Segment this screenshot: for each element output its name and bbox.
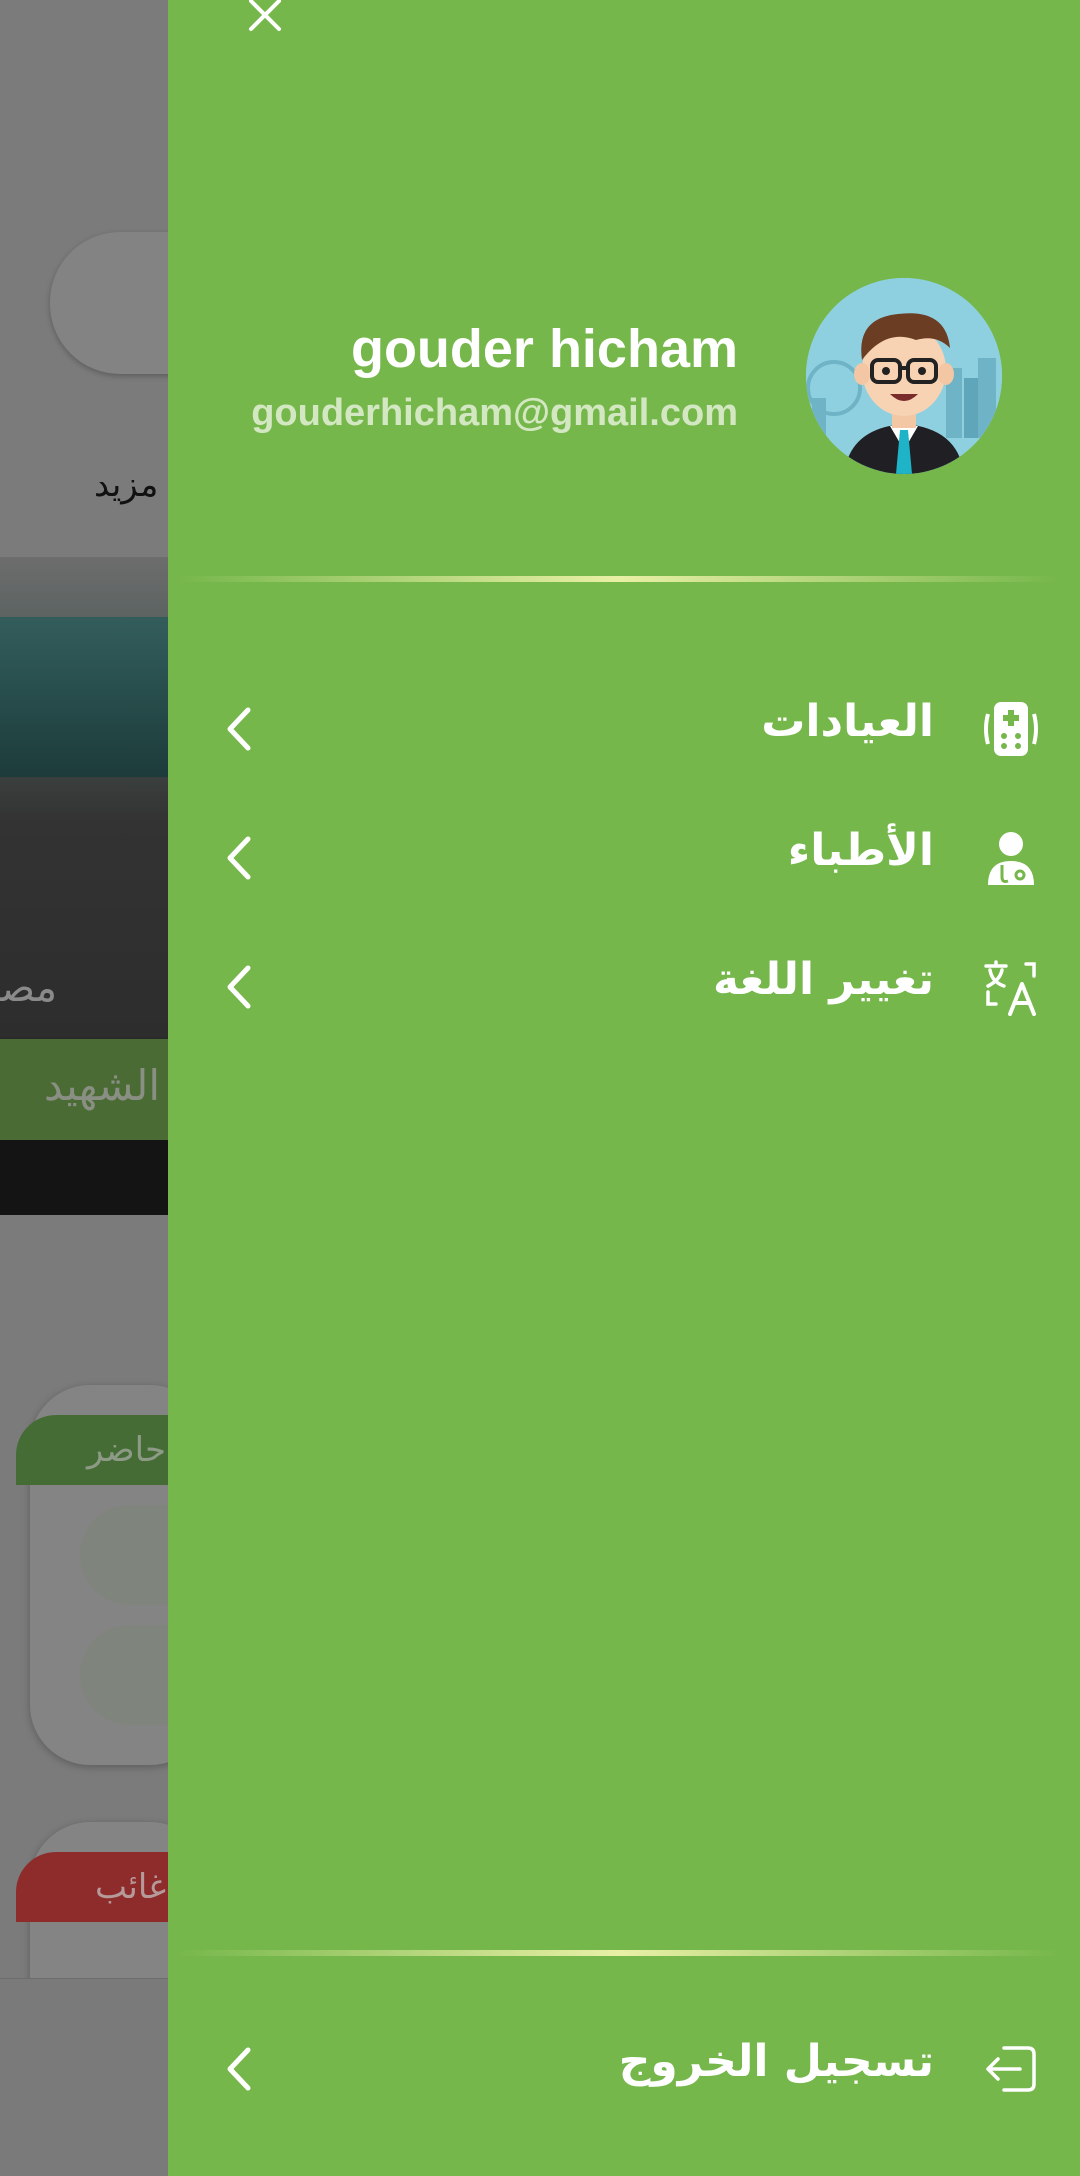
profile-email: gouderhicham@gmail.com [251,392,738,434]
photo-teal-wall [0,617,168,777]
menu-item-change-language[interactable]: تغيير اللغة [168,932,1080,1042]
menu-item-clinics[interactable]: العيادات [168,674,1080,784]
avatar-cartoon-icon [806,278,1002,474]
clinic-icon [984,702,1038,756]
logout-label: تسجيل الخروج [618,2036,934,2087]
chevron-left-icon [227,836,251,880]
logout-icon [986,2046,1036,2092]
menu-item-label: تغيير اللغة [712,954,934,1005]
divider-top [178,576,1058,582]
menu-item-label: العيادات [761,696,934,747]
card-pill [80,1505,168,1605]
menu-item-doctors[interactable]: الأطباء [168,803,1080,913]
close-icon [249,0,281,31]
background-badge-absent: غائب [16,1852,168,1922]
background-search-bar [50,232,168,374]
background-photo-caption: مصد [0,965,58,1011]
divider-bottom [178,1950,1058,1956]
chevron-left-icon [227,965,251,1009]
navigation-drawer: gouder hicham gouderhicham@gmail.com الع… [168,0,1080,2176]
close-drawer-button[interactable] [240,0,290,40]
background-more-link: مزيد [94,465,159,505]
logout-button[interactable]: تسجيل الخروج [168,2014,1080,2124]
card-pill [80,1625,168,1725]
chevron-left-icon [227,2047,251,2091]
doctor-icon [988,832,1034,885]
background-screen: مزيد مصد الشهيد حاضر غائب [0,0,168,2176]
background-dark-strip [0,1140,168,1215]
background-banner-text: الشهيد [43,1061,160,1110]
menu-item-label: الأطباء [787,825,934,876]
translate-icon [984,960,1036,1016]
background-banner: الشهيد [0,1037,168,1142]
avatar [806,278,1002,474]
profile-name: gouder hicham [350,319,738,379]
background-bottom-nav [0,1978,168,2176]
chevron-left-icon [227,707,251,751]
background-badge-present: حاضر [16,1415,168,1485]
